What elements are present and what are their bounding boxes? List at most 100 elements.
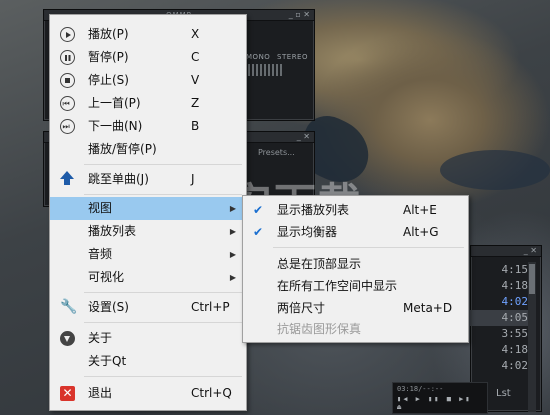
menu-separator <box>84 194 242 195</box>
menu-item-shortcut: Ctrl+P <box>191 300 230 314</box>
mini-time: 03:18/--:-- <box>397 385 444 393</box>
window-controls[interactable]: _ ▫ ✕ <box>289 10 310 20</box>
jump-arrow-icon <box>60 171 74 185</box>
menu-item-label: 上一首(P) <box>88 96 141 110</box>
menu-separator <box>84 376 242 377</box>
menu-item-shortcut: C <box>191 50 200 64</box>
equalizer-window-controls[interactable]: _ ✕ <box>297 132 310 142</box>
next-icon <box>60 115 75 138</box>
submenu-item-label: 抗锯齿图形保真 <box>277 322 362 336</box>
playlist-durations[interactable]: 4:15 4:18 4:02 4:05 3:55 4:18 4:02 <box>470 262 532 374</box>
submenu-item-label: 两倍尺寸 <box>277 301 326 315</box>
menu-item-label: 视图 <box>88 201 113 215</box>
menu-item-play-pause[interactable]: 播放/暂停(P) <box>50 138 246 161</box>
submenu-item-always-on-top[interactable]: 总是在顶部显示 <box>243 253 468 276</box>
submenu-item-show-playlist[interactable]: ✔ 显示播放列表 Alt+E <box>243 199 468 222</box>
menu-item-settings[interactable]: 🔧 设置(S) Ctrl+P <box>50 296 246 319</box>
playlist-track-duration[interactable]: 4:15 <box>470 262 532 278</box>
play-icon <box>60 27 75 42</box>
stereo-label: STEREO <box>277 53 308 61</box>
menu-item-label: 关于Qt <box>88 354 127 368</box>
submenu-item-shortcut: Meta+D <box>403 301 453 315</box>
submenu-item-show-equalizer[interactable]: ✔ 显示均衡器 Alt+G <box>243 221 468 244</box>
menu-item-shortcut: J <box>191 172 195 186</box>
menu-item-label: 播放/暂停(P) <box>88 142 157 156</box>
previous-icon <box>60 92 75 115</box>
menu-item-label: 暂停(P) <box>88 50 129 64</box>
mini-player[interactable]: 03:18/--:-- ▮◀ ▶ ▮▮ ■ ▶▮ ⏏ <box>392 382 488 414</box>
menu-item-label: 关于 <box>88 331 113 345</box>
menu-item-label: 播放(P) <box>88 27 129 41</box>
menu-item-label: 退出 <box>88 386 113 400</box>
submenu-item-all-workspaces[interactable]: 在所有工作空间中显示 <box>243 275 468 298</box>
spectrum-bars <box>244 64 284 76</box>
menu-item-shortcut: X <box>191 27 200 41</box>
playlist-track-duration[interactable]: 4:18 <box>470 342 532 358</box>
submenu-item-label: 显示均衡器 <box>277 225 338 239</box>
mono-label: MONO <box>246 53 271 61</box>
menu-separator <box>84 292 242 293</box>
menu-item-shortcut: V <box>191 73 200 87</box>
submenu-item-label: 总是在顶部显示 <box>277 257 362 271</box>
playlist-track-duration[interactable]: 4:18 <box>470 278 532 294</box>
mini-controls[interactable]: ▮◀ ▶ ▮▮ ■ ▶▮ ⏏ <box>393 395 487 411</box>
menu-item-label: 跳至单曲(J) <box>88 172 149 186</box>
presets-button[interactable]: Presets... <box>258 148 295 157</box>
menu-item-shortcut: Ctrl+Q <box>191 386 232 400</box>
menu-separator <box>84 322 242 323</box>
playlist-track-duration[interactable]: 4:02 <box>470 358 532 374</box>
submenu-arrow-icon: ▶ <box>229 227 236 236</box>
map-sea-shape-2 <box>440 150 550 190</box>
pause-icon <box>60 50 75 65</box>
playlist-track-duration[interactable]: 3:55 <box>470 326 532 342</box>
scrollbar-thumb[interactable] <box>529 264 535 294</box>
menu-item-label: 音频 <box>88 247 113 261</box>
playlist-scrollbar[interactable] <box>528 262 536 412</box>
playlist-titlebar[interactable]: _ ✕ <box>471 246 541 257</box>
menu-separator <box>84 164 242 165</box>
submenu-item-shortcut: Alt+E <box>403 203 437 217</box>
menu-item-about[interactable]: 关于 <box>50 327 246 350</box>
checkmark-icon: ✔ <box>253 225 264 239</box>
submenu-arrow-icon: ▶ <box>229 250 236 259</box>
menu-item-label: 播放列表 <box>88 224 137 238</box>
checkmark-icon: ✔ <box>253 203 264 217</box>
view-submenu[interactable]: ✔ 显示播放列表 Alt+E ✔ 显示均衡器 Alt+G 总是在顶部显示 在所有… <box>242 195 469 343</box>
wrench-icon: 🔧 <box>60 299 78 315</box>
menu-item-next[interactable]: 下一曲(N) B <box>50 115 246 138</box>
channel-indicator: MONO STEREO <box>242 53 308 61</box>
menu-item-shortcut: Z <box>191 96 200 110</box>
menu-item-stop[interactable]: 停止(S) V <box>50 69 246 92</box>
submenu-item-antialiasing: 抗锯齿图形保真 <box>243 318 468 341</box>
menu-item-view[interactable]: 视图 ▶ <box>50 197 246 220</box>
menu-item-label: 下一曲(N) <box>88 119 143 133</box>
menu-item-shortcut: B <box>191 119 200 133</box>
menu-item-label: 可视化 <box>88 270 125 284</box>
lst-button[interactable]: Lst <box>496 388 511 399</box>
menu-item-visualization[interactable]: 可视化 ▶ <box>50 266 246 289</box>
menu-separator <box>273 247 464 248</box>
context-menu[interactable]: 播放(P) X 暂停(P) C 停止(S) V 上一首(P) Z 下一曲(N) … <box>49 14 247 411</box>
menu-item-label: 设置(S) <box>88 300 129 314</box>
stop-icon <box>60 73 75 88</box>
submenu-arrow-icon: ▶ <box>229 204 236 213</box>
playlist-track-duration[interactable]: 4:02 <box>470 294 532 310</box>
menu-item-audio[interactable]: 音频 ▶ <box>50 243 246 266</box>
submenu-item-shortcut: Alt+G <box>403 225 439 239</box>
presets-label: Presets <box>258 148 288 157</box>
menu-item-play[interactable]: 播放(P) X <box>50 23 246 46</box>
menu-item-exit[interactable]: ✕ 退出 Ctrl+Q <box>50 382 246 405</box>
menu-item-about-qt[interactable]: 关于Qt <box>50 350 246 373</box>
menu-item-jump-to-track[interactable]: 跳至单曲(J) J <box>50 168 246 191</box>
menu-item-pause[interactable]: 暂停(P) C <box>50 46 246 69</box>
playlist-track-duration[interactable]: 4:05 <box>470 310 532 326</box>
menu-item-playlist[interactable]: 播放列表 ▶ <box>50 220 246 243</box>
submenu-item-double-size[interactable]: 两倍尺寸 Meta+D <box>243 297 468 320</box>
playlist-window-controls[interactable]: _ ✕ <box>524 246 537 256</box>
submenu-item-label: 显示播放列表 <box>277 203 350 217</box>
menu-item-previous[interactable]: 上一首(P) Z <box>50 92 246 115</box>
exit-icon: ✕ <box>60 386 75 401</box>
submenu-item-label: 在所有工作空间中显示 <box>277 279 398 293</box>
menu-item-label: 停止(S) <box>88 73 129 87</box>
qmmp-icon <box>60 331 75 346</box>
